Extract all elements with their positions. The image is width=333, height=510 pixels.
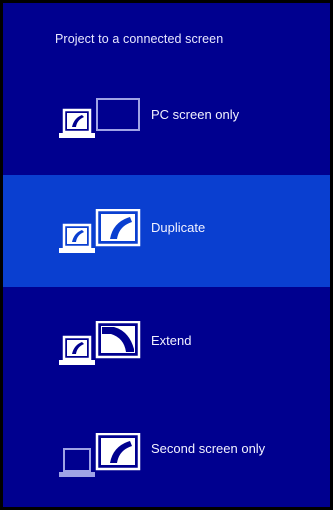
second-screen-only-icon (59, 433, 141, 477)
option-label: Second screen only (151, 441, 266, 456)
option-second-screen-only[interactable]: Second screen only (3, 399, 330, 507)
project-panel: Project to a connected screen PC screen … (0, 0, 333, 510)
option-pc-screen-only[interactable]: PC screen only (3, 61, 330, 173)
option-label: Duplicate (151, 220, 206, 235)
extend-icon (59, 321, 141, 365)
pc-screen-only-icon (59, 98, 140, 138)
panel-title: Project to a connected screen (55, 32, 224, 46)
option-extend[interactable]: Extend (3, 287, 330, 399)
duplicate-icon (59, 209, 141, 253)
option-label: PC screen only (151, 107, 240, 122)
option-duplicate[interactable]: Duplicate (3, 175, 330, 287)
option-label: Extend (151, 333, 192, 348)
